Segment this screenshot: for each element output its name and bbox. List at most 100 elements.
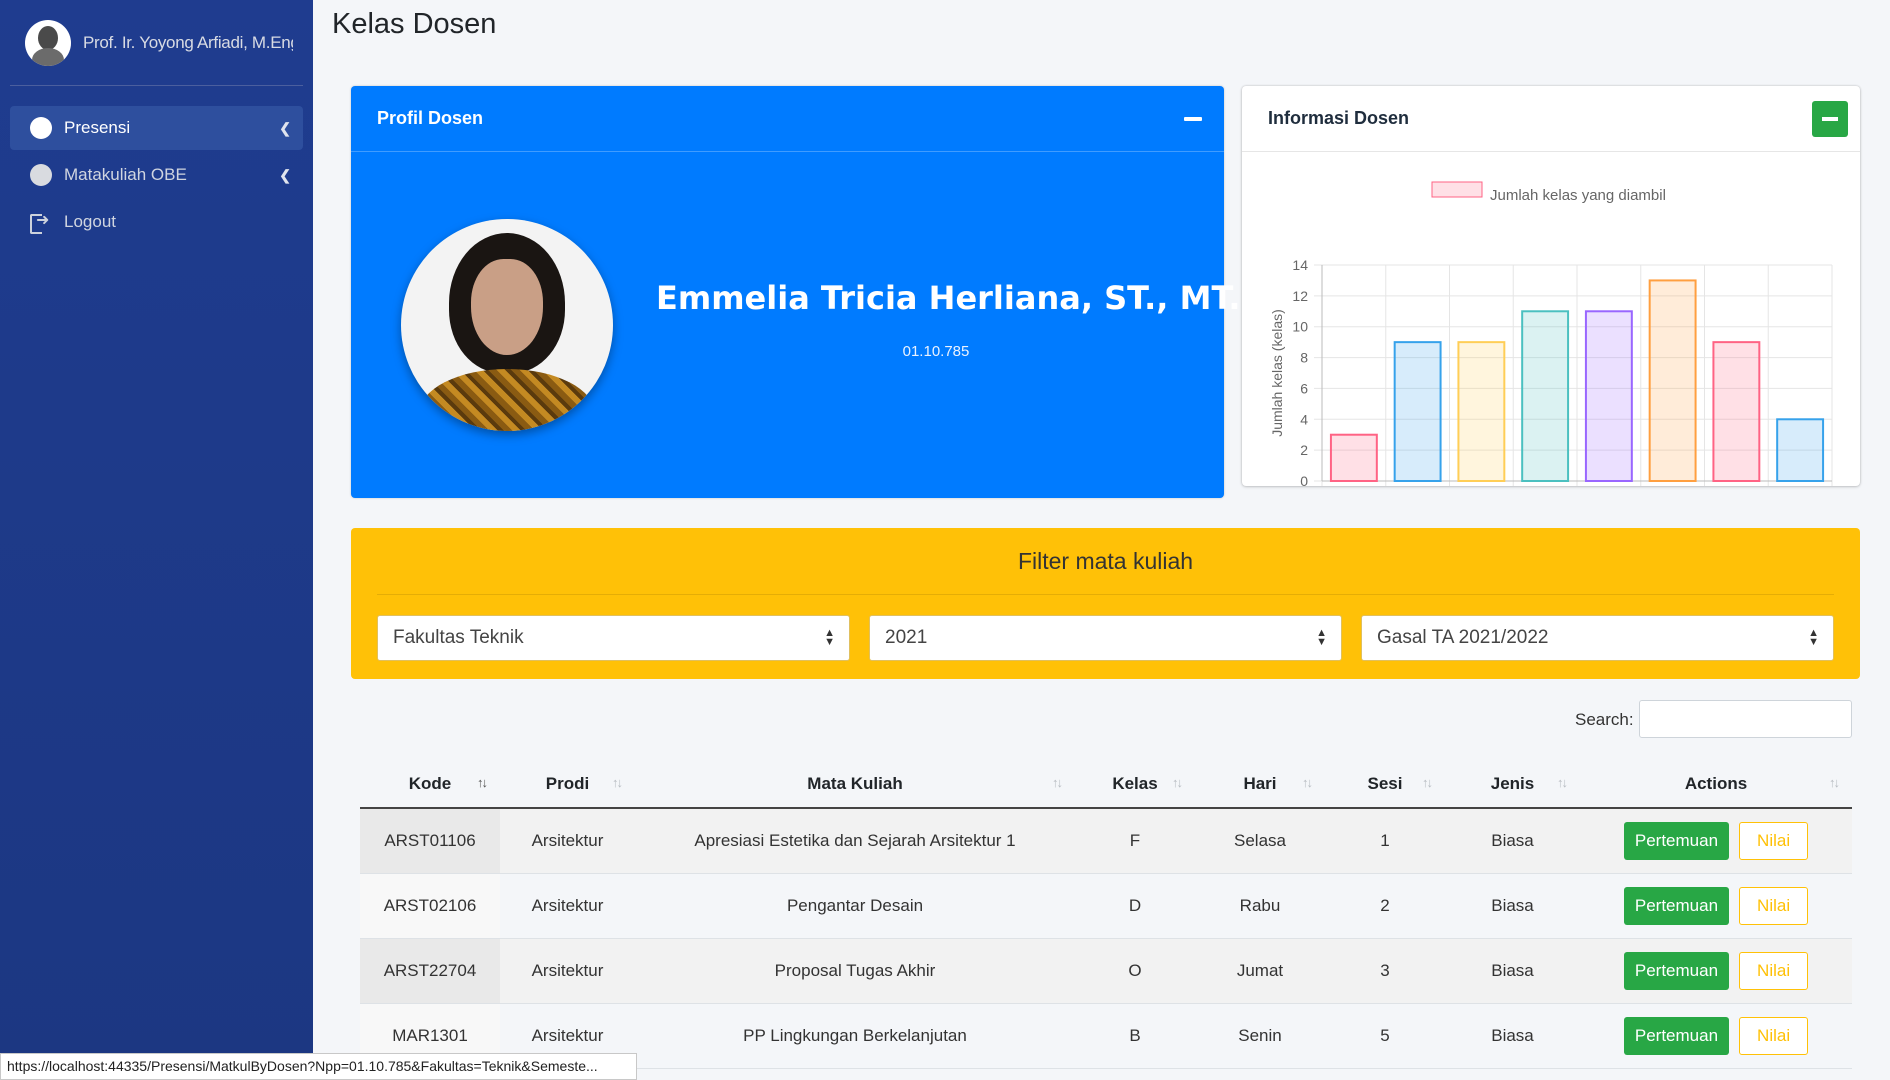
- cell-actions: Pertemuan Nilai: [1580, 873, 1852, 939]
- collapse-button[interactable]: [1812, 100, 1848, 137]
- bar: [1584, 310, 1633, 482]
- sidebar-item-matakuliah-obe[interactable]: Matakuliah OBE ❮: [10, 153, 303, 197]
- cell-prodi: Arsitektur: [500, 808, 635, 874]
- pertemuan-button[interactable]: Pertemuan: [1623, 951, 1730, 990]
- table-row: ARST22704 Arsitektur Proposal Tugas Akhi…: [360, 938, 1852, 1004]
- table-row: ARST01106 Arsitektur Apresiasi Estetika …: [360, 808, 1852, 874]
- cell-jenis: Biasa: [1445, 808, 1580, 874]
- bar: [1521, 310, 1570, 482]
- filter-title: Filter mata kuliah: [377, 528, 1834, 595]
- bar: [1329, 433, 1378, 483]
- page-title: Kelas Dosen: [332, 8, 497, 40]
- y-tick-label: 12: [1292, 288, 1308, 304]
- profile-card-header: Profil Dosen: [351, 86, 1224, 152]
- lecturer-photo: [401, 219, 613, 431]
- cell-hari: Selasa: [1195, 808, 1325, 874]
- cell-prodi: Arsitektur: [500, 938, 635, 1004]
- circle-icon: [30, 117, 52, 139]
- fakultas-select[interactable]: Fakultas Teknik ▲ ▼: [377, 615, 850, 661]
- avatar: [25, 19, 71, 66]
- cell-sesi: 2: [1325, 873, 1445, 939]
- sidebar-item-label: Logout: [64, 212, 116, 231]
- y-tick-label: 6: [1300, 380, 1308, 396]
- sidebar: Prof. Ir. Yoyong Arfiadi, M.Eng., Presen…: [0, 0, 313, 1080]
- sort-arrows-icon: ▲ ▼: [824, 627, 835, 648]
- user-panel[interactable]: Prof. Ir. Yoyong Arfiadi, M.Eng.,: [10, 0, 303, 86]
- bar: [1776, 418, 1825, 482]
- cell-kelas: B: [1075, 1003, 1195, 1069]
- sort-icon: ↑↓: [1557, 775, 1568, 790]
- column-header-kelas[interactable]: Kelas ↑↓: [1075, 760, 1195, 809]
- cell-actions: Pertemuan Nilai: [1580, 1003, 1852, 1069]
- sort-icon: ↑↓: [1052, 775, 1063, 790]
- pertemuan-button[interactable]: Pertemuan: [1623, 886, 1730, 925]
- cell-hari: Rabu: [1195, 873, 1325, 939]
- nilai-button[interactable]: Nilai: [1739, 886, 1809, 925]
- legend-swatch: [1431, 181, 1483, 198]
- pertemuan-button[interactable]: Pertemuan: [1623, 821, 1730, 860]
- bar: [1712, 341, 1761, 482]
- cell-kode: ARST22704: [360, 938, 500, 1004]
- cell-kelas: O: [1075, 938, 1195, 1004]
- profile-card-title: Profil Dosen: [377, 108, 484, 128]
- search-input[interactable]: [1639, 700, 1852, 738]
- y-axis-label: Jumlah kelas (kelas): [1269, 309, 1285, 437]
- column-header-mata-kuliah[interactable]: Mata Kuliah ↑↓: [635, 760, 1075, 809]
- legend-label: Jumlah kelas yang diambil: [1490, 187, 1666, 204]
- y-tick-label: 0: [1300, 473, 1308, 486]
- bar: [1648, 279, 1697, 482]
- y-tick-label: 14: [1292, 257, 1308, 273]
- info-card-title: Informasi Dosen: [1268, 108, 1410, 128]
- column-header-kode[interactable]: Kode ↑↓: [360, 760, 500, 809]
- kelas-table: Kode ↑↓ Prodi ↑↓ Mata Kuliah ↑↓ Kelas ↑↓ Har…: [360, 760, 1852, 1069]
- cell-actions: Pertemuan Nilai: [1580, 808, 1852, 874]
- y-tick-label: 4: [1300, 411, 1308, 427]
- column-header-sesi[interactable]: Sesi ↑↓: [1325, 760, 1445, 809]
- filter-panel: Filter mata kuliah Fakultas Teknik ▲ ▼ 20…: [351, 528, 1860, 679]
- lecturer-npp: 01.10.785: [902, 343, 970, 360]
- sidebar-item-label: Matakuliah OBE: [64, 165, 187, 184]
- column-header-hari[interactable]: Hari ↑↓: [1195, 760, 1325, 809]
- search-label: Search:: [1575, 710, 1634, 729]
- fakultas-select-value: Fakultas Teknik: [393, 627, 524, 648]
- bar: [1393, 341, 1442, 482]
- profile-card: Profil Dosen Emmelia Tricia Herliana, ST…: [351, 86, 1241, 498]
- sort-icon: ↑↓: [612, 775, 623, 790]
- nilai-button[interactable]: Nilai: [1739, 1016, 1809, 1055]
- collapse-button[interactable]: [1184, 116, 1202, 121]
- y-tick-label: 10: [1292, 319, 1308, 335]
- column-header-actions[interactable]: Actions ↑↓: [1580, 760, 1852, 809]
- lecturer-name: Emmelia Tricia Herliana, ST., MT.: [656, 279, 1241, 317]
- semester-select[interactable]: Gasal TA 2021/2022 ▲ ▼: [1361, 615, 1834, 661]
- cell-kode: ARST01106: [360, 808, 500, 874]
- browser-status-bar: https://localhost:44335/Presensi/MatkulB…: [0, 1053, 637, 1080]
- cell-kode: ARST02106: [360, 873, 500, 939]
- column-header-prodi[interactable]: Prodi ↑↓: [500, 760, 635, 809]
- cell-kelas: F: [1075, 808, 1195, 874]
- sidebar-item-label: Presensi: [64, 118, 131, 137]
- sort-icon: ↑↓: [1829, 775, 1840, 790]
- column-header-jenis[interactable]: Jenis ↑↓: [1445, 760, 1580, 809]
- nilai-button[interactable]: Nilai: [1739, 821, 1809, 860]
- sidebar-item-presensi[interactable]: Presensi ❮: [10, 106, 303, 150]
- cell-jenis: Biasa: [1445, 1003, 1580, 1069]
- chevron-left-icon: ❮: [279, 166, 291, 183]
- y-tick-label: 2: [1300, 442, 1308, 458]
- y-tick-label: 8: [1300, 350, 1308, 366]
- cell-sesi: 3: [1325, 938, 1445, 1004]
- nilai-button[interactable]: Nilai: [1739, 951, 1809, 990]
- sort-arrows-icon: ▲ ▼: [1808, 627, 1819, 648]
- cell-hari: Senin: [1195, 1003, 1325, 1069]
- cell-sesi: 5: [1325, 1003, 1445, 1069]
- cell-prodi: Arsitektur: [500, 873, 635, 939]
- tahun-select-value: 2021: [885, 627, 928, 648]
- tahun-select[interactable]: 2021 ▲ ▼: [869, 615, 1342, 661]
- sidebar-item-logout[interactable]: Logout: [10, 200, 303, 244]
- minus-icon: [1822, 116, 1838, 121]
- user-name[interactable]: Prof. Ir. Yoyong Arfiadi, M.Eng.,: [83, 33, 293, 53]
- bar-chart: Jumlah kelas yang diambil024681012142009…: [1269, 181, 1833, 538]
- sign-out-icon: [30, 210, 52, 234]
- cell-mata-kuliah: PP Lingkungan Berkelanjutan: [635, 1003, 1075, 1069]
- sort-asc-icon: ↑↓: [477, 775, 488, 790]
- pertemuan-button[interactable]: Pertemuan: [1623, 1016, 1730, 1055]
